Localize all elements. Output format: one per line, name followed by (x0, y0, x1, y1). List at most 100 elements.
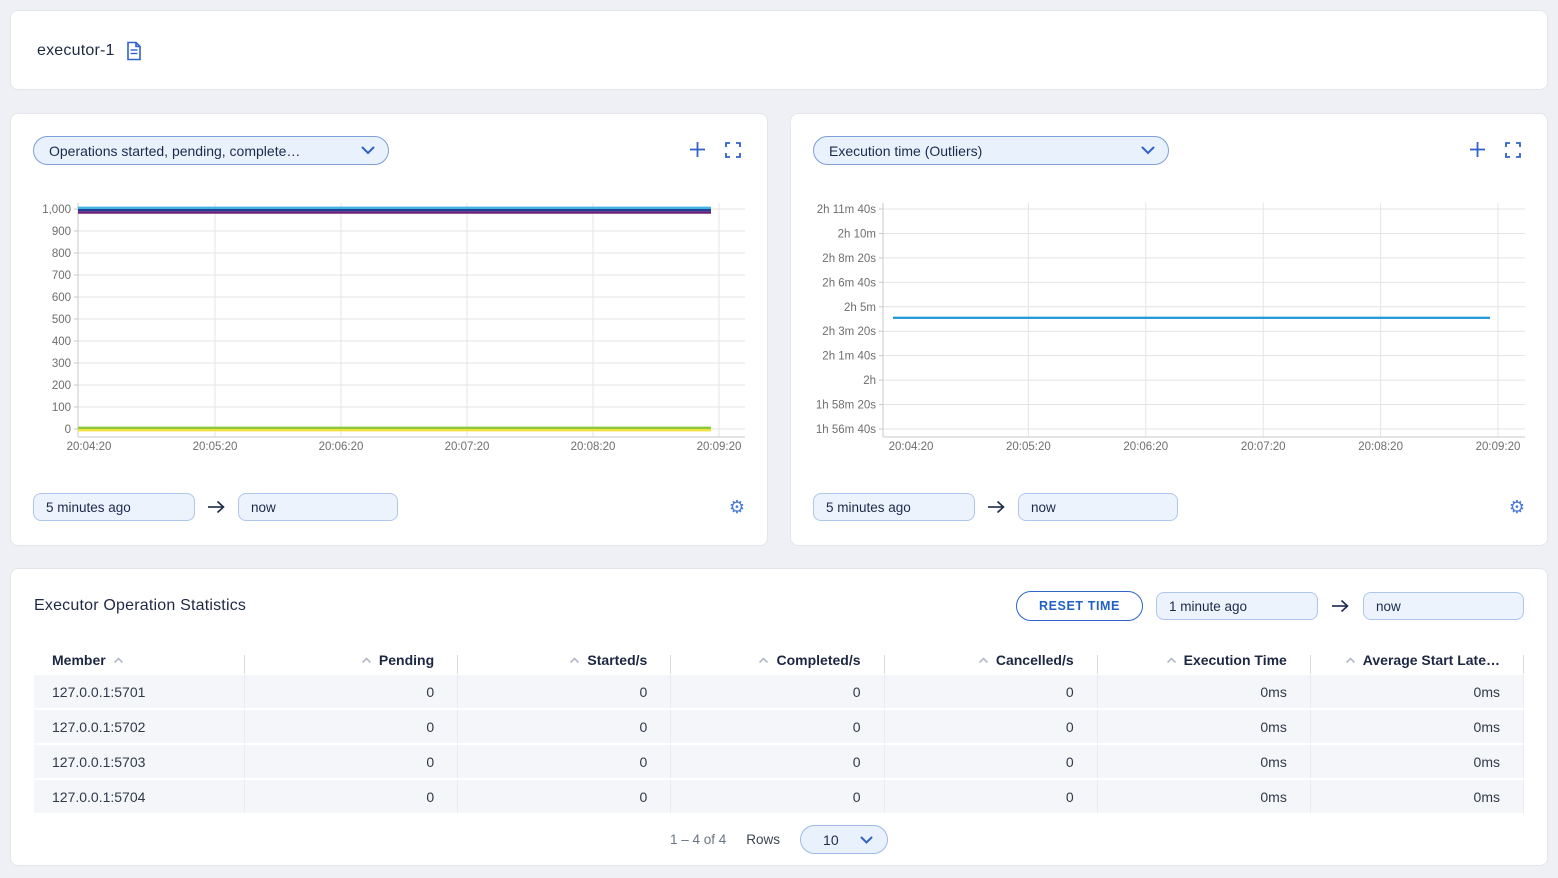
table-row: 127.0.0.1:570400000ms0ms (34, 780, 1524, 813)
svg-text:2h 1m 40s: 2h 1m 40s (822, 351, 876, 363)
fullscreen-icon[interactable] (1505, 142, 1521, 158)
svg-text:20:06:20: 20:06:20 (319, 441, 364, 453)
gear-icon[interactable]: ⚙ (1509, 498, 1525, 516)
cell-member: 127.0.0.1:5701 (34, 675, 245, 708)
rows-per-page-select[interactable]: 10 (800, 825, 888, 854)
cell-value: 0 (885, 745, 1098, 778)
svg-text:400: 400 (52, 336, 71, 348)
svg-text:20:06:20: 20:06:20 (1123, 441, 1168, 453)
cell-value: 0ms (1098, 675, 1311, 708)
cell-value: 0 (458, 745, 671, 778)
time-from-input[interactable] (33, 493, 195, 521)
svg-text:500: 500 (52, 314, 71, 326)
svg-text:600: 600 (52, 292, 71, 304)
sort-caret-icon (113, 657, 124, 664)
column-header-cancelled[interactable]: Cancelled/s (885, 652, 1098, 668)
svg-text:2h 8m 20s: 2h 8m 20s (822, 253, 876, 265)
svg-text:700: 700 (52, 270, 71, 282)
cell-value: 0 (885, 710, 1098, 743)
svg-text:900: 900 (52, 226, 71, 238)
fullscreen-icon[interactable] (725, 142, 741, 158)
metric-select-label: Operations started, pending, complete… (49, 143, 300, 159)
svg-text:2h 6m 40s: 2h 6m 40s (822, 277, 876, 289)
table-row: 127.0.0.1:570300000ms0ms (34, 745, 1524, 778)
table-header-row: Member Pending Started/s Completed/s (34, 645, 1524, 675)
svg-text:200: 200 (52, 380, 71, 392)
stats-time-from-input[interactable] (1156, 592, 1318, 620)
document-icon[interactable] (125, 41, 143, 61)
reset-time-button[interactable]: RESET TIME (1016, 591, 1143, 621)
svg-text:20:05:20: 20:05:20 (1006, 441, 1051, 453)
sort-caret-icon (978, 657, 989, 664)
cell-value: 0 (458, 675, 671, 708)
sort-caret-icon (1166, 657, 1177, 664)
svg-text:20:08:20: 20:08:20 (571, 441, 616, 453)
operations-chart: 01002003004005006007008009001,00020:04:2… (33, 197, 747, 455)
add-chart-button[interactable] (689, 141, 706, 158)
executor-statistics-table: Member Pending Started/s Completed/s (34, 645, 1524, 813)
cell-value: 0 (671, 780, 884, 813)
arrow-right-icon (207, 500, 226, 514)
arrow-right-icon (1331, 599, 1350, 613)
table-row: 127.0.0.1:570100000ms0ms (34, 675, 1524, 708)
sort-caret-icon (361, 657, 372, 664)
column-header-pending[interactable]: Pending (245, 652, 458, 668)
column-header-execution-time[interactable]: Execution Time (1098, 652, 1311, 668)
stats-time-to-input[interactable] (1363, 592, 1524, 620)
svg-text:2h 5m: 2h 5m (844, 302, 876, 314)
time-from-input[interactable] (813, 493, 975, 521)
add-chart-button[interactable] (1469, 141, 1486, 158)
svg-text:20:04:20: 20:04:20 (67, 441, 112, 453)
cell-value: 0 (245, 745, 458, 778)
rows-label: Rows (746, 832, 780, 847)
execution-time-chart-panel: Execution time (Outliers) 1h 56m 40s1h 5… (790, 113, 1548, 546)
cell-value: 0ms (1311, 710, 1524, 743)
svg-text:100: 100 (52, 402, 71, 414)
cell-value: 0 (245, 675, 458, 708)
svg-text:800: 800 (52, 248, 71, 260)
table-body: 127.0.0.1:570100000ms0ms127.0.0.1:570200… (34, 675, 1524, 813)
arrow-right-icon (987, 500, 1006, 514)
cell-value: 0ms (1098, 710, 1311, 743)
gear-icon[interactable]: ⚙ (729, 498, 745, 516)
column-header-started[interactable]: Started/s (458, 652, 671, 668)
cell-value: 0 (245, 780, 458, 813)
page-range: 1 – 4 of 4 (670, 832, 726, 847)
svg-text:20:09:20: 20:09:20 (697, 441, 742, 453)
cell-value: 0 (671, 710, 884, 743)
stats-title: Executor Operation Statistics (34, 597, 246, 615)
time-to-input[interactable] (238, 493, 398, 521)
svg-text:1h 56m 40s: 1h 56m 40s (816, 424, 876, 436)
svg-text:300: 300 (52, 358, 71, 370)
cell-value: 0ms (1311, 745, 1524, 778)
svg-text:20:07:20: 20:07:20 (445, 441, 490, 453)
svg-text:1,000: 1,000 (42, 204, 71, 216)
column-header-completed[interactable]: Completed/s (671, 652, 884, 668)
svg-text:2h 11m 40s: 2h 11m 40s (817, 204, 876, 216)
cell-value: 0ms (1098, 780, 1311, 813)
cell-value: 0 (885, 675, 1098, 708)
cell-value: 0ms (1311, 780, 1524, 813)
column-header-member[interactable]: Member (34, 652, 245, 668)
time-to-input[interactable] (1018, 493, 1178, 521)
svg-text:20:07:20: 20:07:20 (1241, 441, 1286, 453)
cell-value: 0ms (1098, 745, 1311, 778)
cell-member: 127.0.0.1:5702 (34, 710, 245, 743)
svg-text:20:08:20: 20:08:20 (1358, 441, 1403, 453)
svg-text:20:04:20: 20:04:20 (889, 441, 934, 453)
svg-text:2h 10m: 2h 10m (838, 228, 876, 240)
metric-select-label: Execution time (Outliers) (829, 143, 982, 159)
chevron-down-icon (361, 146, 375, 155)
svg-text:20:09:20: 20:09:20 (1476, 441, 1521, 453)
cell-value: 0 (458, 710, 671, 743)
metric-select-execution-time[interactable]: Execution time (Outliers) (813, 136, 1169, 165)
cell-value: 0 (245, 710, 458, 743)
cell-value: 0 (671, 675, 884, 708)
metric-select-operations[interactable]: Operations started, pending, complete… (33, 136, 389, 165)
column-header-average-start-latency[interactable]: Average Start Late… (1311, 652, 1524, 668)
table-row: 127.0.0.1:570200000ms0ms (34, 710, 1524, 743)
executor-statistics-panel: Executor Operation Statistics RESET TIME… (10, 568, 1548, 866)
svg-text:20:05:20: 20:05:20 (193, 441, 238, 453)
operations-chart-panel: Operations started, pending, complete… 0… (10, 113, 768, 546)
sort-caret-icon (1345, 657, 1356, 664)
